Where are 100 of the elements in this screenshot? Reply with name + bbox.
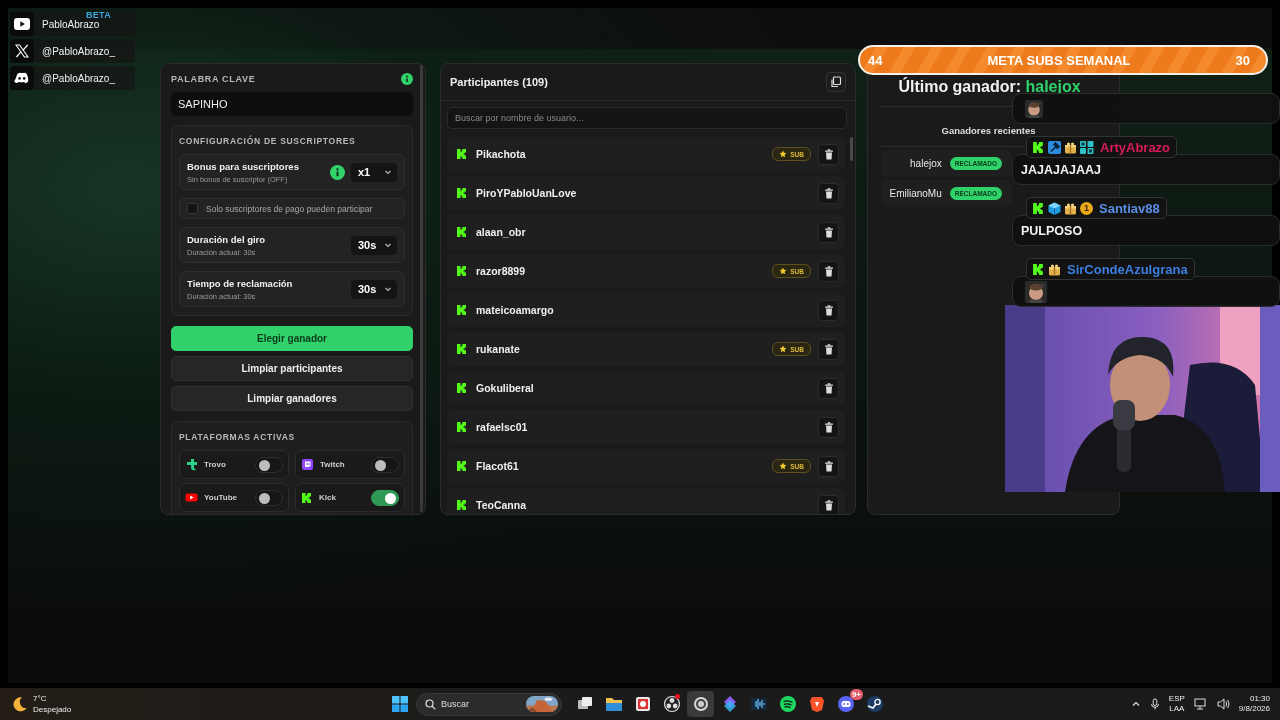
- trash-icon: [823, 304, 834, 316]
- kick-icon: [456, 421, 468, 433]
- caret-icon: [384, 285, 392, 293]
- panel-title: Participantes (109): [450, 76, 548, 88]
- caret-icon: [384, 241, 392, 249]
- goal-target: 30: [1235, 52, 1250, 68]
- action-button[interactable]: Limpiar ganadores: [171, 386, 413, 411]
- kick-icon: [456, 343, 468, 355]
- delete-button[interactable]: [818, 260, 839, 282]
- kick-icon: [456, 304, 468, 316]
- section-label: PALABRA CLAVE: [171, 74, 256, 84]
- participant-name: Flacot61: [476, 460, 520, 472]
- kick-icon: [456, 187, 468, 199]
- checkbox[interactable]: [187, 203, 198, 214]
- toggle-switch[interactable]: [371, 489, 399, 506]
- copy-button[interactable]: [826, 72, 846, 92]
- setting-label: Duración del giro: [187, 233, 267, 245]
- delete-button[interactable]: [818, 338, 839, 360]
- gift-icon: [1048, 262, 1061, 276]
- delete-button[interactable]: [818, 299, 839, 321]
- delete-button[interactable]: [818, 494, 839, 514]
- game-controller-icon[interactable]: [14, 72, 30, 84]
- social-handle[interactable]: PabloAbrazo: [42, 18, 100, 30]
- caret-icon: [384, 168, 392, 176]
- participant-name: rafaelsc01: [476, 421, 529, 433]
- participant-name: Pikachota: [476, 148, 527, 160]
- kick-icon: [456, 265, 468, 277]
- section-label: PLATAFORMAS ACTIVAS: [179, 432, 296, 442]
- search-icon: [425, 698, 436, 710]
- video-play-icon: [185, 491, 198, 504]
- hammer-icon: [1048, 140, 1061, 154]
- setting-label: Tiempo de reclamación: [187, 277, 294, 289]
- platform-label: YouTube: [204, 493, 239, 502]
- participant-name: mateicoamargo: [476, 304, 555, 316]
- twitch-icon: [301, 458, 314, 471]
- trash-icon: [823, 499, 834, 511]
- kick-icon: [456, 226, 468, 238]
- participant-name: alaan_obr: [476, 226, 527, 238]
- chevron-up-icon[interactable]: [1130, 699, 1141, 709]
- trash-icon: [823, 460, 834, 472]
- network-icon[interactable]: [1193, 698, 1208, 710]
- winner-name: EmilianoMu: [889, 188, 942, 199]
- action-button[interactable]: Limpiar participantes: [171, 356, 413, 381]
- language-label[interactable]: ESP: [1168, 694, 1185, 704]
- delete-button[interactable]: [818, 182, 839, 204]
- keyword-field[interactable]: SAPINHO: [171, 92, 413, 116]
- setting-label: Bonus para suscriptores: [187, 160, 300, 172]
- toggle-switch[interactable]: [255, 489, 283, 506]
- windows-logo-icon: [391, 695, 409, 713]
- toggle-switch[interactable]: [255, 456, 283, 473]
- moon-icon: [12, 696, 28, 712]
- clock-date[interactable]: 9/8/2026: [1238, 704, 1270, 714]
- speaker-icon[interactable]: [1216, 698, 1230, 710]
- trovo-icon: [185, 458, 198, 471]
- pick-winner-button[interactable]: Elegir ganador: [171, 326, 413, 351]
- participant-name: PiroYPabloUanLove: [476, 187, 578, 199]
- winner-name: halejox: [910, 158, 942, 169]
- chat-message: JAJAJAJAAJ: [1021, 162, 1101, 177]
- delete-button[interactable]: [818, 416, 839, 438]
- star-icon: [779, 150, 788, 158]
- toggle-switch[interactable]: [371, 456, 399, 473]
- platform-label: Trovo: [204, 460, 227, 469]
- delete-button[interactable]: [818, 455, 839, 477]
- participant-name: Gokuliberal: [476, 382, 535, 394]
- star-icon: [779, 267, 788, 275]
- trash-icon: [823, 226, 834, 238]
- x-logo-icon[interactable]: [15, 44, 29, 58]
- sub-badge: 1: [1080, 201, 1093, 215]
- delete-button[interactable]: [818, 143, 839, 165]
- dropdown[interactable]: 30s: [351, 279, 397, 299]
- kick-icon: [301, 491, 313, 504]
- platform-label: Kick: [319, 493, 337, 502]
- notification-badge: 9+: [849, 689, 863, 700]
- copy-icon: [830, 76, 842, 88]
- video-play-icon[interactable]: [14, 18, 30, 30]
- section-title: Ganadores recientes: [940, 125, 1037, 138]
- cube-icon: [1048, 201, 1061, 215]
- trash-icon: [823, 187, 834, 199]
- trash-icon: [823, 421, 834, 433]
- participant-name: razor8899: [476, 265, 527, 277]
- clock-time[interactable]: 01:30: [1249, 694, 1270, 704]
- kick-icon: [456, 382, 468, 394]
- participant-name: TeoCanna: [476, 499, 527, 511]
- gift-icon: [1064, 201, 1077, 215]
- section-label: CONFIGURACIÓN DE SUSCRIPTORES: [179, 136, 357, 146]
- chat-username: Santiav88: [1099, 200, 1160, 216]
- keyboard-layout-label[interactable]: LAA: [1169, 704, 1185, 714]
- dropdown[interactable]: 30s: [351, 235, 397, 255]
- bot-icon: [1080, 140, 1094, 154]
- delete-button[interactable]: [818, 377, 839, 399]
- chat-username: ArtyAbrazo: [1100, 139, 1171, 155]
- delete-button[interactable]: [818, 221, 839, 243]
- search-field[interactable]: Buscar por nombre de usuario...: [447, 107, 847, 129]
- microphone-icon[interactable]: [1149, 698, 1160, 710]
- scrollbar: [850, 137, 853, 161]
- kick-icon: [1032, 201, 1045, 215]
- dropdown[interactable]: x1: [351, 162, 397, 182]
- participant-name: rukanate: [476, 343, 521, 355]
- beta-label: BETA: [86, 10, 112, 20]
- kick-icon: [1032, 262, 1045, 276]
